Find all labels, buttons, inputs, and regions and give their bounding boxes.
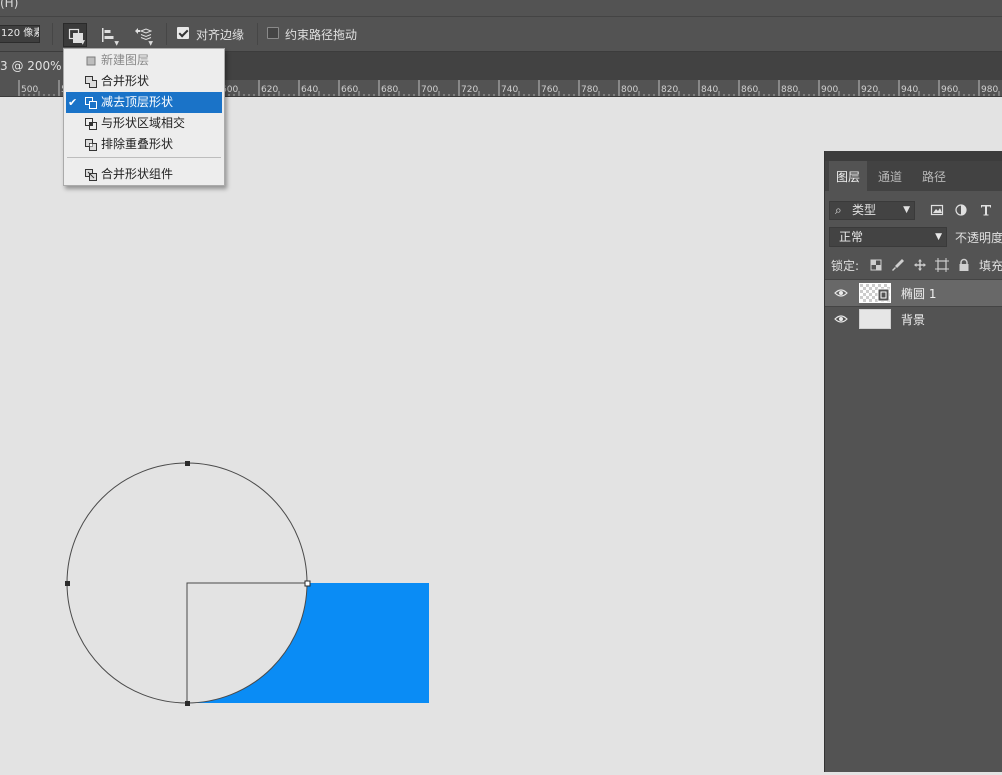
filter-label: 类型 [852, 203, 877, 217]
opacity-label: 不透明度 [955, 231, 1002, 245]
ruler-label: 840 [701, 85, 718, 95]
layer-thumbnail [859, 309, 891, 329]
ruler-label: 740 [501, 85, 518, 95]
layers-panel: 图层 通道 路径 ⌕ 类型 ▼ 正常 ▼ 不透明度 锁定: 填充 椭圆 1 背景 [824, 151, 1002, 772]
checkmark-icon: ✔ [68, 96, 78, 109]
menu-item-intersect-shape-areas[interactable]: 与形状区域相交 [66, 113, 222, 134]
ruler-label: 980 [981, 85, 998, 95]
options-divider [257, 23, 258, 45]
layer-filter-select[interactable]: ⌕ 类型 ▼ [829, 201, 915, 220]
chevron-down-icon: ▼ [935, 232, 942, 242]
ruler-label: 660 [341, 85, 358, 95]
ruler-label: 960 [941, 85, 958, 95]
canvas-artwork[interactable] [0, 97, 824, 772]
menu-item-label: 减去顶层形状 [101, 95, 174, 109]
menu-item-label: 合并形状 [101, 74, 150, 88]
path-operations-menu: 新建图层 合并形状 ✔ 减去顶层形状 与形状区域相交 排除重叠形状 合并形状组件 [63, 48, 225, 186]
options-divider [166, 23, 167, 45]
layer-row-ellipse[interactable]: 椭圆 1 [825, 280, 1002, 306]
intersect-shape-areas-icon [85, 118, 97, 130]
menu-item-label: 合并形状组件 [101, 167, 174, 181]
ruler-label: 820 [661, 85, 678, 95]
ruler-label: 500 [21, 85, 38, 95]
lock-transparent-pixels-icon[interactable] [869, 258, 883, 272]
eye-icon[interactable] [834, 314, 848, 324]
panel-header-strip [825, 151, 1002, 161]
lock-label: 锁定: [831, 259, 860, 273]
menu-item-label: 与形状区域相交 [101, 116, 186, 130]
align-edges-checkbox[interactable] [177, 27, 189, 39]
subtracted-shape-fill[interactable] [187, 583, 429, 703]
layer-name: 背景 [901, 313, 926, 327]
tab-layers[interactable]: 图层 [829, 161, 867, 191]
new-layer-icon [86, 56, 96, 66]
ruler-label: 620 [261, 85, 278, 95]
chevron-down-icon: ▼ [903, 205, 910, 215]
tab-paths[interactable]: 路径 [913, 161, 955, 191]
document-tab[interactable]: 3 @ 200% ( [0, 52, 70, 80]
ruler-label: 940 [901, 85, 918, 95]
menu-item-combine-shapes[interactable]: 合并形状 [66, 71, 222, 92]
chevron-down-icon: ▼ [80, 39, 85, 46]
ruler-label: 640 [301, 85, 318, 95]
image-filter-icon[interactable] [930, 203, 944, 217]
menu-item-subtract-front-shape[interactable]: ✔ 减去顶层形状 [66, 92, 222, 113]
tab-channels[interactable]: 通道 [869, 161, 911, 191]
anchor-point[interactable] [304, 580, 311, 587]
options-divider [52, 23, 53, 45]
path-operations-button[interactable]: ▼ [63, 23, 87, 47]
panel-tabs: 图层 通道 路径 [825, 161, 1002, 191]
fill-label: 填充 [979, 259, 1002, 273]
ruler-label: 860 [741, 85, 758, 95]
layer-name: 椭圆 1 [901, 287, 937, 301]
ruler-label: 700 [421, 85, 438, 95]
lock-artboard-icon[interactable] [935, 258, 949, 272]
path-arrangement-button[interactable]: ▼ [130, 23, 154, 47]
lock-position-icon[interactable] [913, 258, 927, 272]
constrain-path-checkbox[interactable] [267, 27, 279, 39]
ruler-label: 760 [541, 85, 558, 95]
constrain-path-label: 约束路径拖动 [285, 28, 358, 42]
align-edges-label: 对齐边缘 [196, 28, 245, 42]
subtract-front-shape-icon [85, 97, 97, 109]
blend-mode-value: 正常 [839, 230, 864, 244]
menu-item-new-layer[interactable]: 新建图层 [66, 50, 222, 71]
path-alignment-button[interactable]: ▼ [96, 23, 120, 47]
eye-icon[interactable] [834, 288, 848, 298]
chevron-down-icon: ▼ [148, 40, 153, 47]
layer-row-background[interactable]: 背景 [825, 306, 1002, 332]
ruler-label: 720 [461, 85, 478, 95]
ruler-label: 780 [581, 85, 598, 95]
size-field[interactable]: 120 像素 [0, 25, 40, 43]
type-filter-icon[interactable] [979, 203, 993, 217]
lock-image-pixels-icon[interactable] [891, 258, 905, 272]
anchor-point[interactable] [185, 461, 190, 466]
ruler-label: 680 [381, 85, 398, 95]
shape-layer-thumbnail-icon [860, 284, 890, 302]
merge-shape-components-icon [85, 169, 97, 181]
adjustment-filter-icon[interactable] [954, 203, 968, 217]
menu-item-exclude-overlapping-shapes[interactable]: 排除重叠形状 [66, 134, 222, 155]
menu-item-label: 新建图层 [101, 53, 150, 67]
chevron-down-icon: ▼ [114, 40, 119, 47]
options-bar: 120 像素 ▼ ▼ ▼ 对齐边缘 约束路径拖动 [0, 16, 1002, 52]
menu-divider [67, 157, 221, 158]
menu-help-partial[interactable]: (H) [0, 0, 18, 10]
canvas-area[interactable] [0, 97, 824, 772]
anchor-point[interactable] [65, 581, 70, 586]
lock-all-icon[interactable] [957, 258, 971, 272]
exclude-overlapping-shapes-icon [85, 139, 97, 151]
ruler-label: 800 [621, 85, 638, 95]
menu-bar: (H) [0, 0, 1002, 16]
menu-item-label: 排除重叠形状 [101, 137, 174, 151]
ruler-label: 880 [781, 85, 798, 95]
combine-shapes-icon [85, 76, 97, 88]
menu-item-merge-shape-components[interactable]: 合并形状组件 [66, 164, 222, 185]
anchor-point[interactable] [185, 701, 190, 706]
layer-thumbnail [859, 283, 891, 303]
ruler-label: 920 [861, 85, 878, 95]
blend-mode-select[interactable]: 正常 ▼ [829, 227, 947, 247]
ruler-label: 900 [821, 85, 838, 95]
search-icon: ⌕ [835, 203, 842, 217]
